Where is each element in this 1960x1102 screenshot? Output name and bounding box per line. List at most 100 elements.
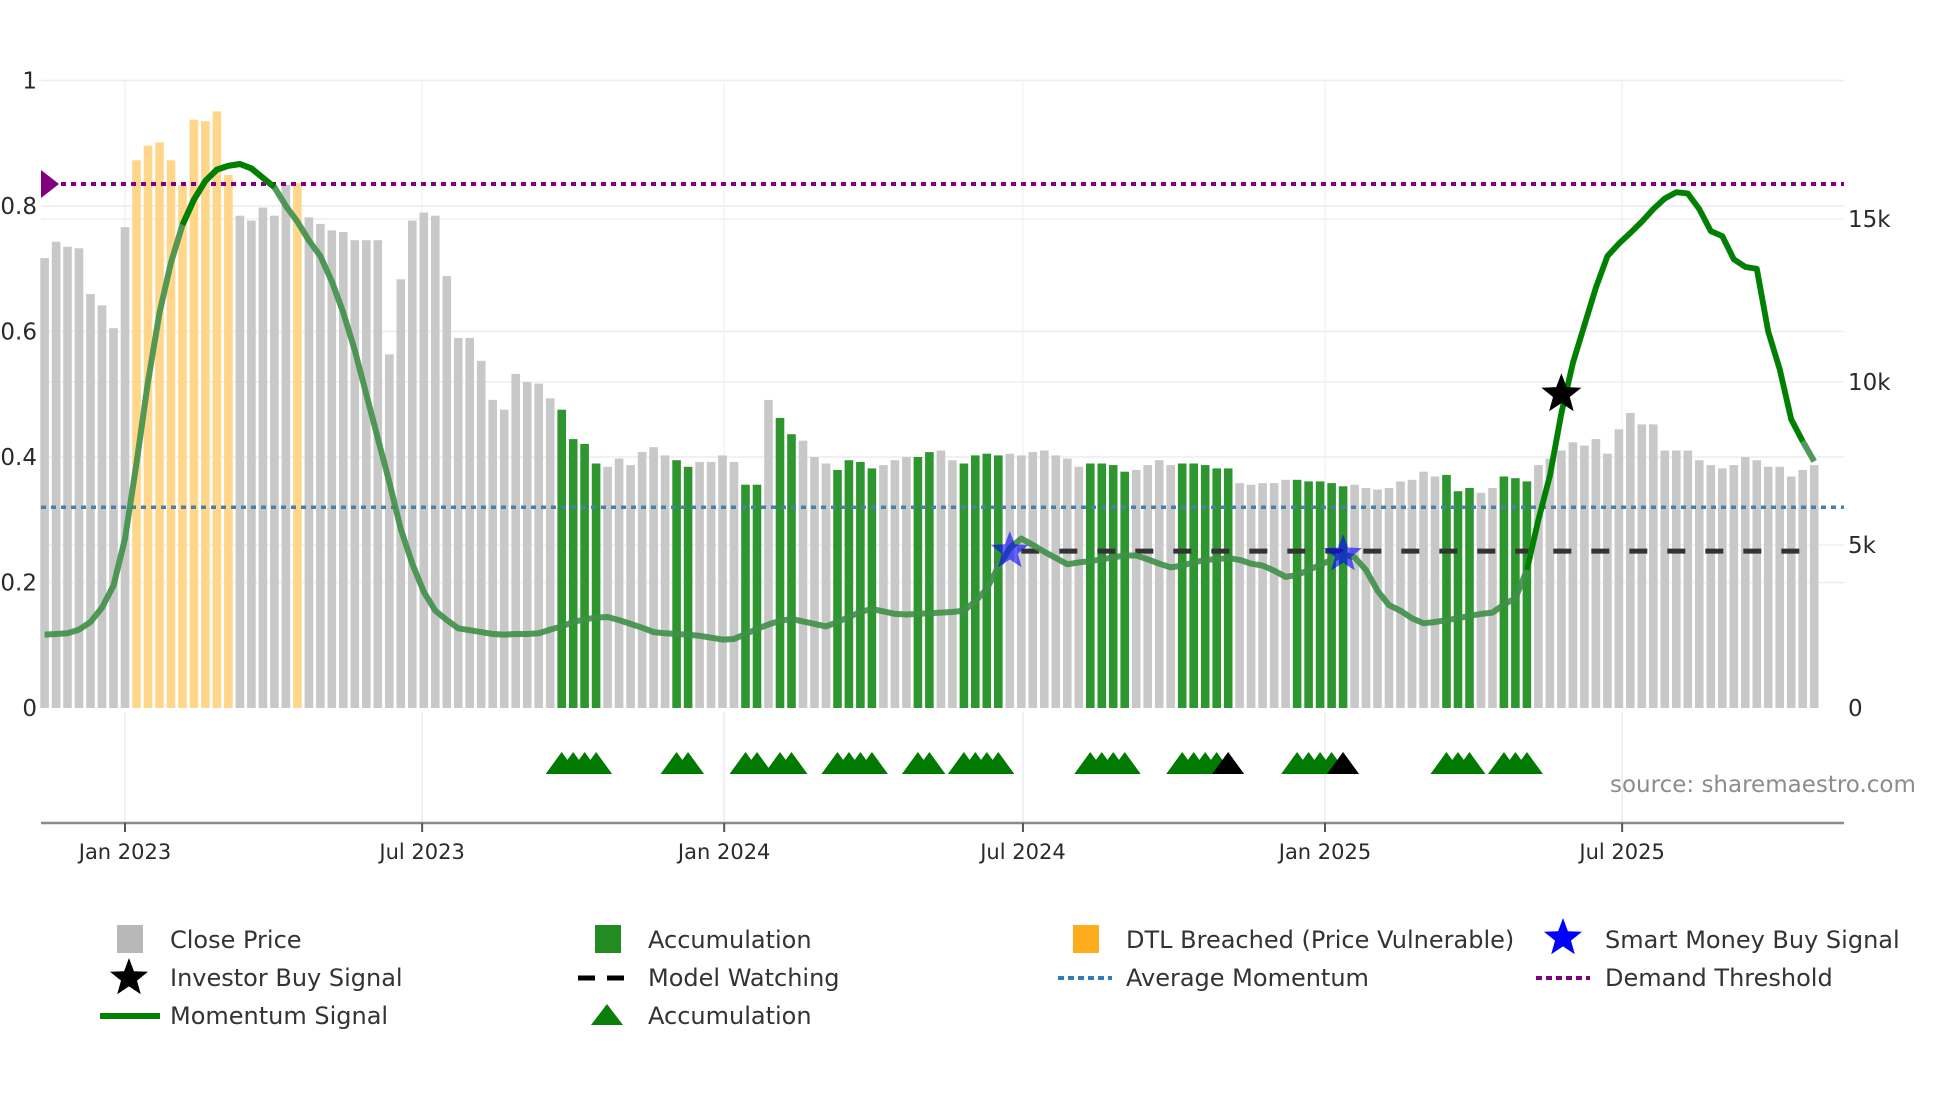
dtl-breached-bar (293, 183, 302, 709)
legend-label: Demand Threshold (1605, 964, 1833, 992)
legend-item-demand-threshold[interactable]: Demand Threshold (1536, 964, 1833, 992)
close-price-bar (316, 223, 325, 708)
accumulation-bar (1465, 488, 1474, 708)
price-bars (40, 111, 1819, 709)
close-price-bar (1396, 481, 1405, 708)
dtl-breached-bar (224, 175, 233, 708)
close-price-bar (706, 461, 716, 708)
close-price-bar (890, 460, 900, 708)
legend-item-accumulation-triangle[interactable]: Accumulation (591, 1002, 812, 1030)
close-price-bar (1017, 455, 1026, 708)
close-price-bar (1166, 465, 1175, 708)
dtl-breached-bar (178, 184, 187, 709)
close-price-bar (235, 215, 245, 708)
legend-label: DTL Breached (Price Vulnerable) (1126, 926, 1514, 954)
close-price-bar (74, 248, 84, 709)
close-price-bar (373, 240, 383, 708)
close-price-bar (120, 227, 130, 708)
accumulation-bar (568, 439, 578, 708)
close-price-bar (1568, 442, 1578, 708)
accumulation-bar (591, 463, 601, 708)
close-price-bar (1258, 483, 1267, 708)
accumulation-bar (971, 455, 980, 708)
legend-item-investor-buy[interactable]: Investor Buy Signal (110, 958, 403, 995)
legend-label: Model Watching (648, 964, 840, 992)
close-price-bar (396, 279, 406, 708)
accumulation-bar (1189, 463, 1198, 708)
legend-item-accumulation-bar[interactable]: Accumulation (595, 925, 812, 954)
close-price-bar (1488, 488, 1497, 708)
legend-item-dtl-breached[interactable]: DTL Breached (Price Vulnerable) (1073, 925, 1514, 954)
close-price-bar (1706, 465, 1716, 708)
accumulation-bar (844, 460, 854, 708)
accumulation-bar (959, 463, 969, 708)
close-price-bar (534, 383, 543, 708)
close-price-bar (327, 230, 337, 708)
accumulation-bar (1522, 481, 1532, 708)
close-price-bar (1683, 450, 1693, 708)
investor-buy-star-icon (110, 958, 148, 995)
source-note: source: sharemaestro.com (1610, 772, 1916, 798)
legend-label: Momentum Signal (170, 1002, 388, 1030)
accumulation-bar (1200, 465, 1210, 708)
close-price-bar (660, 455, 670, 708)
close-price-bar (304, 217, 314, 708)
x-tick-label: Jan 2023 (77, 840, 172, 864)
accumulation-bar (672, 460, 681, 708)
legend-label: Close Price (170, 926, 302, 954)
accumulation-bar (1442, 474, 1451, 708)
close-price-bar (247, 220, 256, 708)
close-price-bar (695, 461, 704, 708)
close-price-bar (419, 212, 429, 708)
accumulation-bar (1453, 491, 1463, 708)
close-price-bar (1672, 450, 1681, 708)
y-right-tick-label: 5k (1848, 533, 1877, 559)
x-tick-label: Jul 2023 (377, 840, 464, 864)
accumulation-bar (1108, 465, 1118, 708)
close-price-bar (545, 398, 555, 708)
close-price-bar (258, 207, 268, 708)
close-price-bar (1350, 484, 1359, 708)
close-price-bar (1660, 450, 1670, 708)
accumulation-bar (1338, 486, 1348, 708)
legend-label: Accumulation (648, 1002, 812, 1030)
close-price-bar (1775, 466, 1784, 708)
close-price-bar (1809, 465, 1819, 708)
close-price-bar (764, 399, 773, 708)
close-price-bar (1649, 424, 1658, 708)
close-price-bar (51, 241, 61, 709)
close-price-bar (729, 461, 739, 708)
close-price-bar (1752, 460, 1762, 708)
legend-label: Average Momentum (1126, 964, 1369, 992)
close-price-bar (1786, 476, 1796, 708)
dtl-breached-bar (143, 145, 153, 708)
accumulation-bar (1304, 481, 1313, 708)
close-price-bar (511, 373, 520, 708)
y-left-tick-label: 0.8 (0, 194, 37, 220)
close-price-bar (350, 240, 360, 708)
close-price-bar (40, 258, 49, 708)
close-price-bar (109, 328, 118, 708)
close-price-bar (1626, 413, 1635, 708)
close-price-bar (270, 215, 279, 708)
legend-item-close-price[interactable]: Close Price (117, 925, 302, 954)
close-price-bar (1763, 466, 1773, 708)
legend-item-smart-money[interactable]: Smart Money Buy Signal (1544, 918, 1900, 955)
demand-threshold-marker (41, 170, 59, 199)
close-price-bar (408, 220, 417, 708)
close-price-bar (499, 409, 509, 708)
legend-item-momentum[interactable]: Momentum Signal (100, 1002, 388, 1030)
close-price-bar (1637, 424, 1647, 708)
legend-label: Investor Buy Signal (170, 964, 403, 992)
dtl-breached-bar (201, 121, 210, 708)
close-price-bar (488, 399, 497, 708)
legend-item-average-momentum[interactable]: Average Momentum (1058, 964, 1369, 992)
momentum-price-chart: Jan 2023 Jul 2023 Jan 2024 Jul 2024 Jan 2025… (0, 69, 1916, 1031)
close-price-bar (1741, 457, 1750, 708)
accumulation-triangles (545, 752, 1543, 774)
close-price-bar (936, 450, 946, 708)
legend-item-model-watching[interactable]: Model Watching (578, 964, 840, 992)
close-price-bar (1246, 484, 1256, 708)
accumulation-bar (1086, 463, 1095, 708)
close-price-bar (281, 184, 291, 709)
